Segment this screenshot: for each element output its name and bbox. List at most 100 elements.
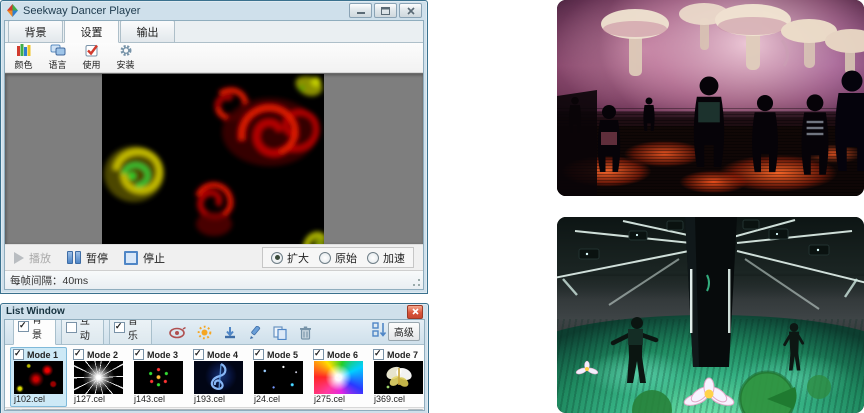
mode-label: Mode 7 (387, 350, 418, 360)
mode-item-6[interactable]: Mode 6 j275.cel (310, 347, 367, 407)
led-swirl-graphics (102, 74, 324, 244)
language-button[interactable]: 语言 (44, 44, 71, 71)
mode-item-1[interactable]: Mode 1 j102.cel (10, 347, 67, 407)
copy-icon[interactable] (273, 326, 288, 340)
list-window-title: List Window (6, 306, 65, 317)
list-tab-music[interactable]: 音乐 (109, 319, 152, 344)
minimize-button[interactable] (349, 3, 372, 18)
list-titlebar[interactable]: List Window (4, 304, 425, 319)
photo-mushroom-led-floor (557, 0, 864, 196)
use-label: 使用 (82, 58, 100, 71)
transport-bar: 播放 暂停 停止 扩大 原始 (5, 244, 423, 270)
play-icon (14, 252, 24, 264)
brightness-sun-icon[interactable] (197, 325, 212, 340)
mode-thumbnail (74, 361, 123, 394)
mode-label: Mode 4 (207, 350, 238, 360)
radio-dot (319, 252, 331, 264)
player-titlebar[interactable]: Seekway Dancer Player (4, 1, 424, 20)
player-window-title: Seekway Dancer Player (23, 5, 140, 17)
mode-label: Mode 5 (267, 350, 298, 360)
palette-icon (16, 44, 31, 57)
tab-checkbox[interactable] (66, 322, 77, 333)
mode-filename: j275.cel (313, 394, 364, 405)
radio-original[interactable]: 原始 (319, 250, 357, 266)
tab-checkbox[interactable] (114, 322, 125, 333)
preview-canvas (5, 73, 423, 244)
radio-dot (271, 252, 283, 264)
frame-interval-status: 每帧间隔：40ms (10, 273, 88, 288)
pause-label: 暂停 (86, 250, 108, 266)
pause-button[interactable]: 暂停 (67, 250, 108, 266)
mode-item-7[interactable]: Mode 7 j369.cel (370, 347, 425, 407)
scroll-left-button[interactable] (6, 409, 21, 411)
tab-background[interactable]: 背景 (8, 20, 63, 42)
delete-trash-icon[interactable] (299, 326, 312, 340)
mode-label: Mode 2 (87, 350, 118, 360)
mode-item-5[interactable]: Mode 5 j24.cel (250, 347, 307, 407)
mode-filename: j24.cel (253, 394, 304, 405)
play-button[interactable]: 播放 (14, 250, 51, 266)
mode-label: Mode 3 (147, 350, 178, 360)
mode-thumbnail (134, 361, 183, 394)
mode-checkbox[interactable] (13, 349, 24, 360)
mode-checkbox[interactable] (253, 349, 264, 360)
arrange-sort-icon[interactable] (372, 322, 388, 337)
mode-thumbnail (314, 361, 363, 394)
tab-output[interactable]: 输出 (120, 20, 175, 42)
mode-checkbox[interactable] (193, 349, 204, 360)
radio-accelerate[interactable]: 加速 (367, 250, 405, 266)
import-download-icon[interactable] (223, 326, 237, 340)
advanced-button[interactable]: 高级 (388, 322, 420, 341)
photo2-graphics (557, 217, 864, 413)
mode-thumbnail (14, 361, 63, 394)
maximize-button[interactable] (374, 3, 397, 18)
mode-checkbox[interactable] (313, 349, 324, 360)
minimize-icon (357, 7, 365, 14)
player-toolbar: 颜色 语言 使用 (5, 43, 423, 73)
edit-pen-icon[interactable] (248, 326, 262, 340)
install-label: 安装 (116, 58, 134, 71)
mode-checkbox[interactable] (373, 349, 384, 360)
tab-settings[interactable]: 设置 (64, 20, 119, 43)
mode-list: Mode 1 j102.cel Mode 2 j127.cel Mode 3 j… (5, 345, 424, 407)
list-tabbar: 背景 互动 音乐 (5, 320, 424, 345)
tab-checkbox[interactable] (18, 321, 29, 332)
mode-thumbnail (374, 361, 423, 394)
photo1-people-silhouettes (557, 0, 864, 196)
language-icon (50, 44, 66, 57)
mode-label: Mode 1 (27, 350, 58, 360)
horizontal-scrollbar[interactable] (5, 407, 424, 410)
mode-filename: j369.cel (373, 394, 424, 405)
mode-checkbox[interactable] (73, 349, 84, 360)
resize-grip[interactable] (411, 277, 422, 288)
butterfly-graphic (374, 361, 423, 394)
mode-filename: j143.cel (133, 394, 184, 405)
scrollbar-thumb[interactable] (21, 409, 343, 411)
close-icon (407, 7, 415, 15)
install-button[interactable]: 安装 (112, 44, 139, 71)
mode-filename: j102.cel (13, 394, 64, 405)
list-tab-background[interactable]: 背景 (13, 319, 56, 345)
use-button[interactable]: 使用 (78, 44, 105, 71)
close-button[interactable] (399, 3, 422, 18)
mode-checkbox[interactable] (133, 349, 144, 360)
mode-item-3[interactable]: Mode 3 j143.cel (130, 347, 187, 407)
music-clef-graphic (194, 361, 243, 394)
radio-dot (367, 252, 379, 264)
list-tab-interactive[interactable]: 互动 (61, 319, 104, 344)
play-label: 播放 (29, 250, 51, 266)
stop-icon (124, 251, 138, 265)
mode-item-4[interactable]: Mode 4 j193.cel (190, 347, 247, 407)
led-preview-screen (102, 74, 324, 244)
mode-filename: j127.cel (73, 394, 124, 405)
list-close-button[interactable] (407, 305, 423, 319)
scroll-right-button[interactable] (408, 409, 423, 411)
status-bar: 每帧间隔：40ms (5, 270, 423, 289)
preview-eye-icon[interactable] (169, 327, 186, 339)
app-logo-icon (6, 4, 19, 17)
color-button[interactable]: 颜色 (10, 44, 37, 71)
stop-button[interactable]: 停止 (124, 250, 165, 266)
color-label: 颜色 (14, 58, 32, 71)
mode-item-2[interactable]: Mode 2 j127.cel (70, 347, 127, 407)
radio-enlarge[interactable]: 扩大 (271, 250, 309, 266)
